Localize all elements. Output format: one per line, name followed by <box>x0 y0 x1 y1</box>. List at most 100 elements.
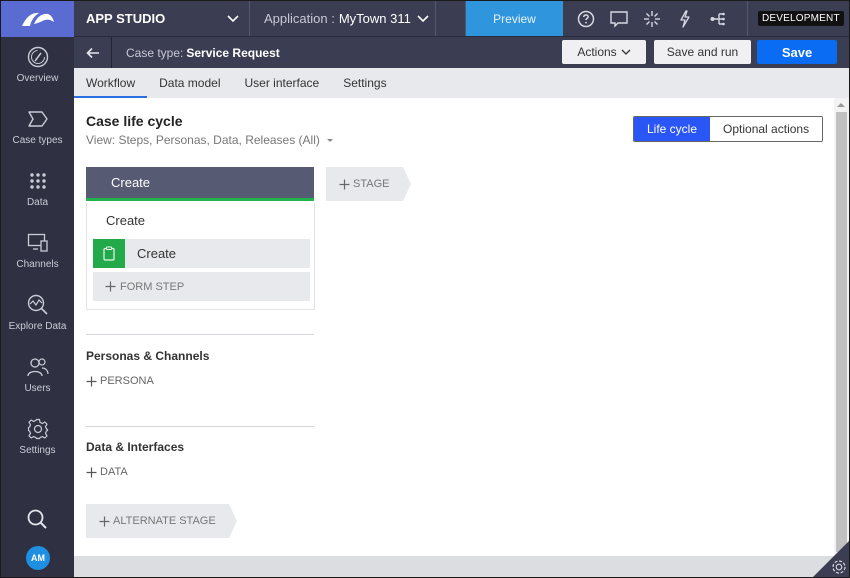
gauge-icon <box>27 46 48 68</box>
studio-label: APP STUDIO <box>86 11 166 26</box>
add-form-step-button[interactable]: FORM STEP <box>93 272 310 301</box>
stage-body: Create Create FORM STEP <box>86 203 315 310</box>
step-label: Create <box>137 246 177 261</box>
view-toggle: Life cycle Optional actions <box>633 116 824 142</box>
tab-settings[interactable]: Settings <box>331 68 398 98</box>
page-title: Case life cycle <box>86 113 183 129</box>
view-filter-dropdown[interactable]: View: Steps, Personas, Data, Releases (A… <box>86 133 334 147</box>
toggle-life-cycle[interactable]: Life cycle <box>634 117 711 141</box>
add-stage-label: STAGE <box>353 178 390 190</box>
add-persona-button[interactable]: PERSONA <box>86 375 154 387</box>
toggle-optional-actions[interactable]: Optional actions <box>710 117 823 141</box>
caret-down-icon <box>327 139 334 143</box>
grid-dots-icon <box>29 173 46 189</box>
chat-icon <box>609 10 628 28</box>
actions-label: Actions <box>577 45 617 59</box>
user-avatar[interactable]: AM <box>26 546 50 570</box>
plus-icon <box>86 376 97 386</box>
back-button[interactable] <box>74 37 112 68</box>
case-types-icon <box>27 111 48 127</box>
studio-switcher[interactable]: APP STUDIO <box>74 1 250 36</box>
view-filter-label: View: Steps, Personas, Data, Releases (A… <box>86 133 320 147</box>
save-button[interactable]: Save <box>757 40 837 64</box>
lightning-button[interactable] <box>668 1 701 37</box>
tab-bar: Workflow Data model User interface Setti… <box>74 68 849 98</box>
pega-logo[interactable] <box>1 1 74 37</box>
case-type-header: Case type: Service Request Actions Save a… <box>74 37 849 68</box>
actions-button[interactable]: Actions <box>562 40 646 64</box>
add-data-button[interactable]: DATA <box>86 466 128 478</box>
application-switcher[interactable]: Application : MyTown 311 <box>250 1 436 36</box>
nav-label: Settings <box>19 445 56 456</box>
tab-user-interface[interactable]: User interface <box>233 68 332 98</box>
nav-label: Explore Data <box>8 321 67 332</box>
section-divider <box>86 334 314 335</box>
chat-button[interactable] <box>602 1 635 37</box>
logo-icon <box>21 12 54 26</box>
users-icon <box>26 358 49 377</box>
hierarchy-button[interactable] <box>701 1 734 37</box>
hierarchy-icon <box>710 12 725 25</box>
nav-item-overview[interactable]: Overview <box>1 45 74 84</box>
scroll-up-arrow-icon[interactable] <box>837 103 845 107</box>
bottom-bar <box>74 556 849 577</box>
help-icon <box>577 10 594 27</box>
environment-badge: DEVELOPMENT <box>758 11 844 26</box>
nav-label: Overview <box>16 73 59 84</box>
chevron-down-icon <box>621 49 631 55</box>
topbar-spacer <box>436 1 466 36</box>
add-data-label: DATA <box>100 466 128 478</box>
add-alternate-stage-button[interactable]: ALTERNATE STAGE <box>86 504 238 538</box>
add-form-step-label: FORM STEP <box>120 280 185 293</box>
nav-item-channels[interactable]: Channels <box>1 231 74 270</box>
sparkle-icon <box>643 10 660 27</box>
save-and-run-button[interactable]: Save and run <box>654 40 751 64</box>
add-stage-button[interactable]: STAGE <box>326 167 412 201</box>
tab-workflow[interactable]: Workflow <box>74 68 148 98</box>
top-bar: APP STUDIO Application : MyTown 311 Prev… <box>1 1 849 37</box>
vertical-scrollbar[interactable] <box>834 98 849 556</box>
stage-header[interactable]: Create <box>86 167 314 201</box>
application-label: Application : <box>264 11 335 26</box>
tab-data-model[interactable]: Data model <box>147 68 232 98</box>
plus-icon <box>105 281 116 292</box>
plus-icon <box>339 179 350 189</box>
corner-gear-icon <box>813 541 849 577</box>
nav-item-users[interactable]: Users <box>1 355 74 394</box>
application-value: MyTown 311 <box>338 11 411 26</box>
app-window: APP STUDIO Application : MyTown 311 Prev… <box>0 0 850 578</box>
left-navigation: Overview Case types Data Channels Explor… <box>1 37 74 577</box>
nav-item-settings[interactable]: Settings <box>1 417 74 456</box>
workflow-canvas: Case life cycle View: Steps, Personas, D… <box>74 98 834 556</box>
step-icon-box <box>93 239 125 268</box>
nav-item-data[interactable]: Data <box>1 169 74 208</box>
scroll-thumb[interactable] <box>836 112 847 552</box>
explore-data-icon <box>27 294 48 315</box>
nav-item-case-types[interactable]: Case types <box>1 107 74 146</box>
help-button[interactable] <box>569 1 602 37</box>
chevron-down-icon <box>417 14 429 22</box>
case-type-label: Case type: <box>126 45 184 60</box>
topbar-icons <box>563 1 748 36</box>
case-type-name: Service Request <box>186 45 280 60</box>
arrow-left-icon <box>85 47 99 58</box>
preview-button[interactable]: Preview <box>466 1 563 36</box>
nav-label: Channels <box>16 259 59 270</box>
add-persona-label: PERSONA <box>100 375 154 387</box>
clipboard-icon <box>103 246 115 261</box>
step-item[interactable]: Create <box>93 239 310 268</box>
plus-icon <box>86 467 97 477</box>
plus-icon <box>99 516 110 526</box>
section-divider <box>86 426 314 427</box>
process-name[interactable]: Create <box>106 213 145 228</box>
runtime-toolbar-toggle[interactable] <box>813 541 849 577</box>
add-alternate-stage-label: ALTERNATE STAGE <box>113 515 216 527</box>
nav-label: Case types <box>12 135 63 146</box>
breadcrumb: Case type: Service Request <box>126 46 280 60</box>
nav-item-explore-data[interactable]: Explore Data <box>1 293 74 332</box>
data-interfaces-heading: Data & Interfaces <box>86 440 185 454</box>
search-button[interactable] <box>26 508 48 535</box>
sparkle-button[interactable] <box>635 1 668 37</box>
personas-heading: Personas & Channels <box>86 349 210 363</box>
search-icon <box>27 509 47 529</box>
